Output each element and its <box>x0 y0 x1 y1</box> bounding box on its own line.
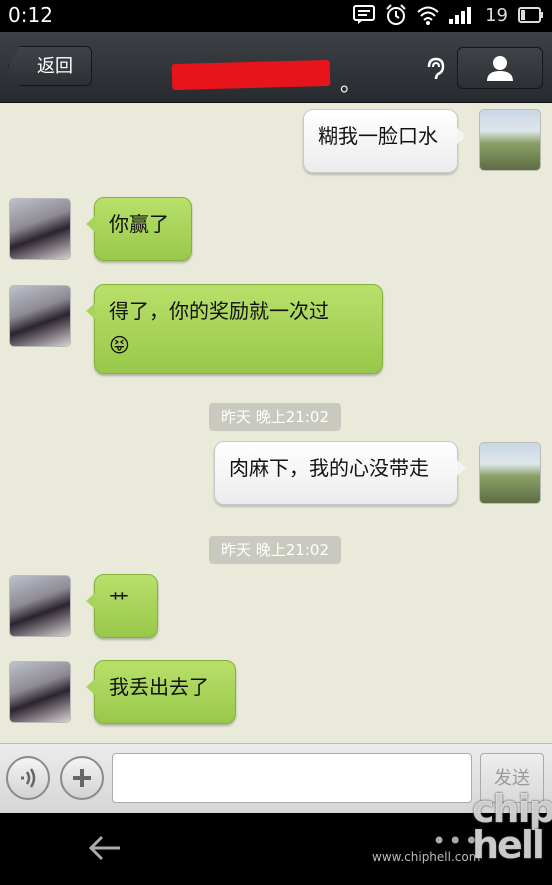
chat-header: 返回 。 <box>0 32 552 103</box>
timestamp: 昨天 晚上21:02 <box>209 403 341 431</box>
message-bubble[interactable]: 艹 <box>86 574 158 638</box>
nav-back-icon[interactable] <box>88 833 122 863</box>
my-avatar[interactable] <box>479 109 541 171</box>
contact-info-button[interactable] <box>457 47 543 89</box>
status-bar: 0:12 19 <box>0 0 552 32</box>
message-bubble[interactable]: 得了，你的奖励就一次过 😝 <box>86 284 383 374</box>
voice-toggle-button[interactable] <box>6 756 50 800</box>
message-bubble[interactable]: 你赢了 <box>86 197 192 261</box>
my-avatar[interactable] <box>479 442 541 504</box>
message-bubble[interactable]: 我丢出去了 <box>86 660 236 724</box>
wifi-icon <box>417 6 439 25</box>
signal-icon <box>449 7 472 24</box>
contact-avatar[interactable] <box>9 198 71 260</box>
message-bubble[interactable]: 糊我一脸口水 <box>303 109 466 173</box>
chat-area[interactable]: 糊我一脸口水 你赢了 得了，你的奖励就一次过 😝 昨天 晚上21:02 肉麻下，… <box>0 103 552 743</box>
nav-bar: ••• www.chiphell.com chip hell <box>0 790 552 885</box>
voice-icon <box>21 768 36 788</box>
tongue-emoji-icon: 😝 <box>109 333 130 357</box>
status-icons: 19 <box>353 4 544 26</box>
watermark-logo: chip hell <box>472 787 552 867</box>
contact-avatar[interactable] <box>9 285 71 347</box>
alarm-icon <box>386 4 406 25</box>
add-attachment-button[interactable] <box>60 756 104 800</box>
message-text: 得了，你的奖励就一次过 <box>109 299 329 323</box>
message-icon <box>353 5 376 24</box>
battery-icon <box>518 7 543 23</box>
message-input[interactable] <box>112 753 472 803</box>
timestamp: 昨天 晚上21:02 <box>209 536 341 564</box>
earpiece-mode-icon[interactable] <box>425 57 447 81</box>
person-icon <box>487 56 513 81</box>
message-bubble[interactable]: 肉麻下，我的心没带走 <box>214 441 466 505</box>
back-button[interactable]: 返回 <box>8 46 92 86</box>
status-time: 0:12 <box>8 3 53 27</box>
battery-level: 19 <box>485 4 508 26</box>
plus-icon <box>73 769 91 787</box>
contact-avatar[interactable] <box>9 661 71 723</box>
title-suffix: 。 <box>340 72 363 97</box>
watermark-url: www.chiphell.com <box>372 850 481 864</box>
input-bar: 发送 <box>0 743 552 814</box>
contact-avatar[interactable] <box>9 575 71 637</box>
redaction-mark <box>171 59 331 91</box>
